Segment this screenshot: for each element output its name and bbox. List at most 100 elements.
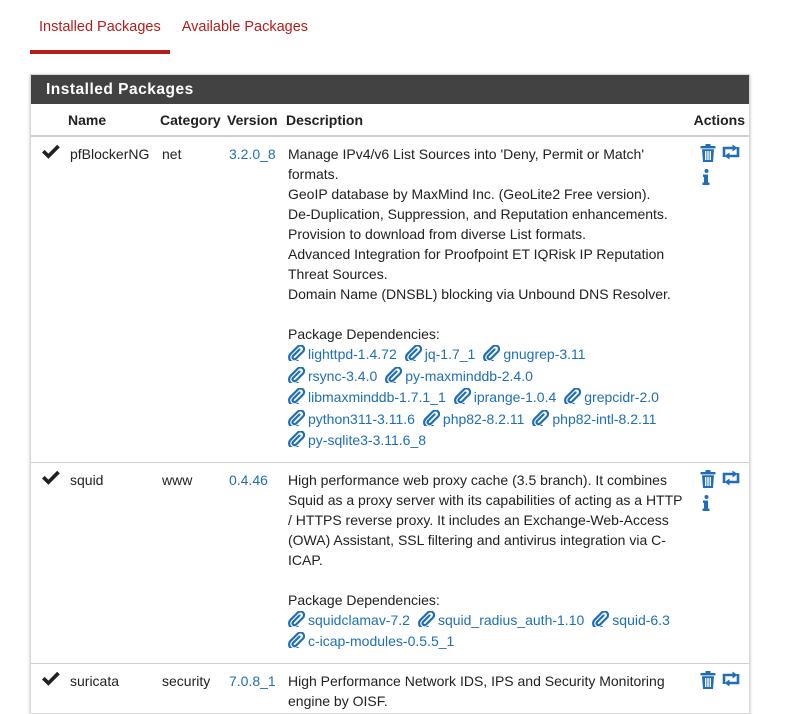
package-category: security [157, 663, 224, 713]
dependency-link[interactable]: py-maxminddb-2.4.0 [385, 365, 533, 388]
trash-icon[interactable] [700, 144, 716, 167]
actions-cell [690, 136, 749, 463]
dependency-link[interactable]: lighttpd-1.4.72 [288, 344, 397, 366]
dependency-link[interactable]: php82-intl-8.2.11 [532, 408, 657, 431]
info-icon[interactable] [702, 169, 710, 190]
paperclip-icon [288, 365, 306, 385]
description-line: Provision to download from diverse List … [288, 226, 587, 242]
paperclip-icon [288, 631, 306, 651]
description-line: / HTTPS reverse proxy. It includes an Ex… [288, 511, 669, 528]
dependency-label: php82-intl-8.2.11 [552, 410, 657, 427]
version-cell: 7.0.8_1 [224, 663, 283, 713]
description-line: High performance web proxy cache (3.5 br… [288, 471, 667, 488]
dependency-label: php82-8.2.11 [442, 410, 525, 427]
package-category: www [157, 462, 224, 664]
dependency-link[interactable]: py-sqlite3-3.11.6_8 [288, 430, 426, 452]
trash-icon[interactable] [700, 670, 716, 694]
paperclip-icon [404, 344, 423, 364]
dependency-link[interactable]: c-icap-modules-0.5.5_1 [288, 631, 454, 653]
dependency-label: squid_radius_auth-1.10 [437, 611, 585, 628]
paperclip-icon [564, 387, 582, 407]
description-line: Threat Sources. [288, 266, 388, 282]
package-version-link[interactable]: 7.0.8_1 [229, 673, 276, 689]
dependency-label: iprange-1.0.4 [473, 389, 557, 405]
dependency-link[interactable]: python311-3.11.6 [288, 408, 415, 431]
package-description: High performance web proxy cache (3.5 br… [288, 470, 690, 570]
dependency-label: c-icap-modules-0.5.5_1 [308, 633, 455, 649]
paperclip-icon [532, 408, 550, 428]
header-installed [31, 104, 65, 137]
description-line: formats. [288, 166, 339, 182]
dependency-label: squid-6.3 [612, 611, 670, 628]
dependency-link[interactable]: iprange-1.0.4 [453, 387, 557, 409]
table-row: squid www 0.4.46 High performance web proxy… [31, 462, 749, 664]
description-line: Advanced Integration for Proofpoint ET I… [288, 246, 665, 262]
dependency-link[interactable]: jq-1.7_1 [404, 344, 476, 366]
actions-cell [690, 462, 749, 664]
package-description: High Performance Network IDS, IPS and Se… [288, 671, 690, 711]
paperclip-icon [417, 609, 436, 629]
header-category: Category [157, 104, 224, 137]
reinstall-icon[interactable] [720, 470, 742, 491]
trash-icon[interactable] [700, 469, 716, 493]
check-icon [41, 470, 65, 490]
dependencies-label: Package Dependencies: [288, 591, 440, 608]
reinstall-icon[interactable] [720, 671, 742, 692]
dependency-link[interactable]: squid_radius_auth-1.10 [417, 609, 585, 632]
paperclip-icon [483, 344, 501, 364]
packages-table: Name Category Version Description Action… [31, 104, 749, 713]
description-line: ICAP. [288, 551, 323, 568]
dependency-link[interactable]: gnugrep-3.11 [483, 344, 586, 366]
table-row: pfBlockerNG net 3.2.0_8 Manage IPv4/v6 List… [31, 136, 749, 463]
package-name: suricata [65, 663, 157, 713]
dependency-link[interactable]: grepcidr-2.0 [564, 387, 659, 409]
dependency-list: squidclamav-7.2 squid_radius_auth-1.10 squ… [288, 609, 683, 653]
header-name: Name [65, 104, 157, 137]
paperclip-icon [592, 609, 610, 629]
dependency-label: jq-1.7_1 [424, 346, 476, 362]
description-line: Domain Name (DNSBL) blocking via Unbound… [288, 286, 671, 302]
paperclip-icon [385, 365, 403, 385]
check-icon [41, 144, 65, 164]
header-version: Version [224, 104, 283, 137]
installed-packages-panel: Installed Packages Name Category Version… [30, 74, 750, 714]
info-icon[interactable] [702, 494, 710, 516]
installed-cell [31, 136, 65, 463]
dependency-label: py-sqlite3-3.11.6_8 [308, 432, 427, 448]
paperclip-icon [288, 408, 306, 428]
dependency-label: lighttpd-1.4.72 [308, 346, 397, 362]
actions-row [700, 494, 749, 516]
dependency-link[interactable]: squid-6.3 [592, 609, 670, 632]
description-line: Manage IPv4/v6 List Sources into 'Deny, … [288, 146, 645, 162]
actions-row [700, 144, 749, 167]
dependency-label: libmaxminddb-1.7.1_1 [308, 389, 446, 405]
dependency-link[interactable]: php82-8.2.11 [422, 408, 525, 431]
description-line: GeoIP database by MaxMind Inc. (GeoLite2… [288, 186, 651, 202]
dependency-link[interactable]: squidclamav-7.2 [288, 609, 410, 632]
installed-cell [31, 462, 65, 664]
dependency-label: gnugrep-3.11 [503, 346, 586, 362]
dependency-label: python311-3.11.6 [308, 410, 415, 427]
dependency-label: squidclamav-7.2 [308, 611, 410, 628]
reinstall-icon[interactable] [720, 144, 742, 165]
header-description: Description [283, 104, 690, 137]
dependency-link[interactable]: libmaxminddb-1.7.1_1 [288, 387, 446, 409]
version-cell: 3.2.0_8 [224, 136, 283, 463]
dependency-list: lighttpd-1.4.72 jq-1.7_1 gnugrep-3.11 rsync… [288, 344, 683, 452]
description-cell: High performance web proxy cache (3.5 br… [283, 462, 690, 664]
paperclip-icon [288, 387, 306, 407]
package-name: squid [65, 462, 157, 664]
paperclip-icon [288, 344, 306, 364]
tab-available-packages[interactable]: Available Packages [173, 0, 317, 54]
dependency-link[interactable]: rsync-3.4.0 [288, 365, 377, 388]
dependencies-label: Package Dependencies: [288, 326, 440, 342]
package-version-link[interactable]: 0.4.46 [229, 472, 268, 488]
description-line: De-Duplication, Suppression, and Reputat… [288, 206, 668, 222]
description-line: High Performance Network IDS, IPS and Se… [288, 672, 665, 689]
description-cell: High Performance Network IDS, IPS and Se… [283, 663, 690, 713]
tab-installed-packages[interactable]: Installed Packages [30, 0, 170, 54]
installed-cell [31, 663, 65, 713]
description-line: (OWA) Assistant, SSL filtering and antiv… [288, 531, 666, 548]
paperclip-icon [453, 387, 472, 407]
package-version-link[interactable]: 3.2.0_8 [229, 146, 276, 162]
